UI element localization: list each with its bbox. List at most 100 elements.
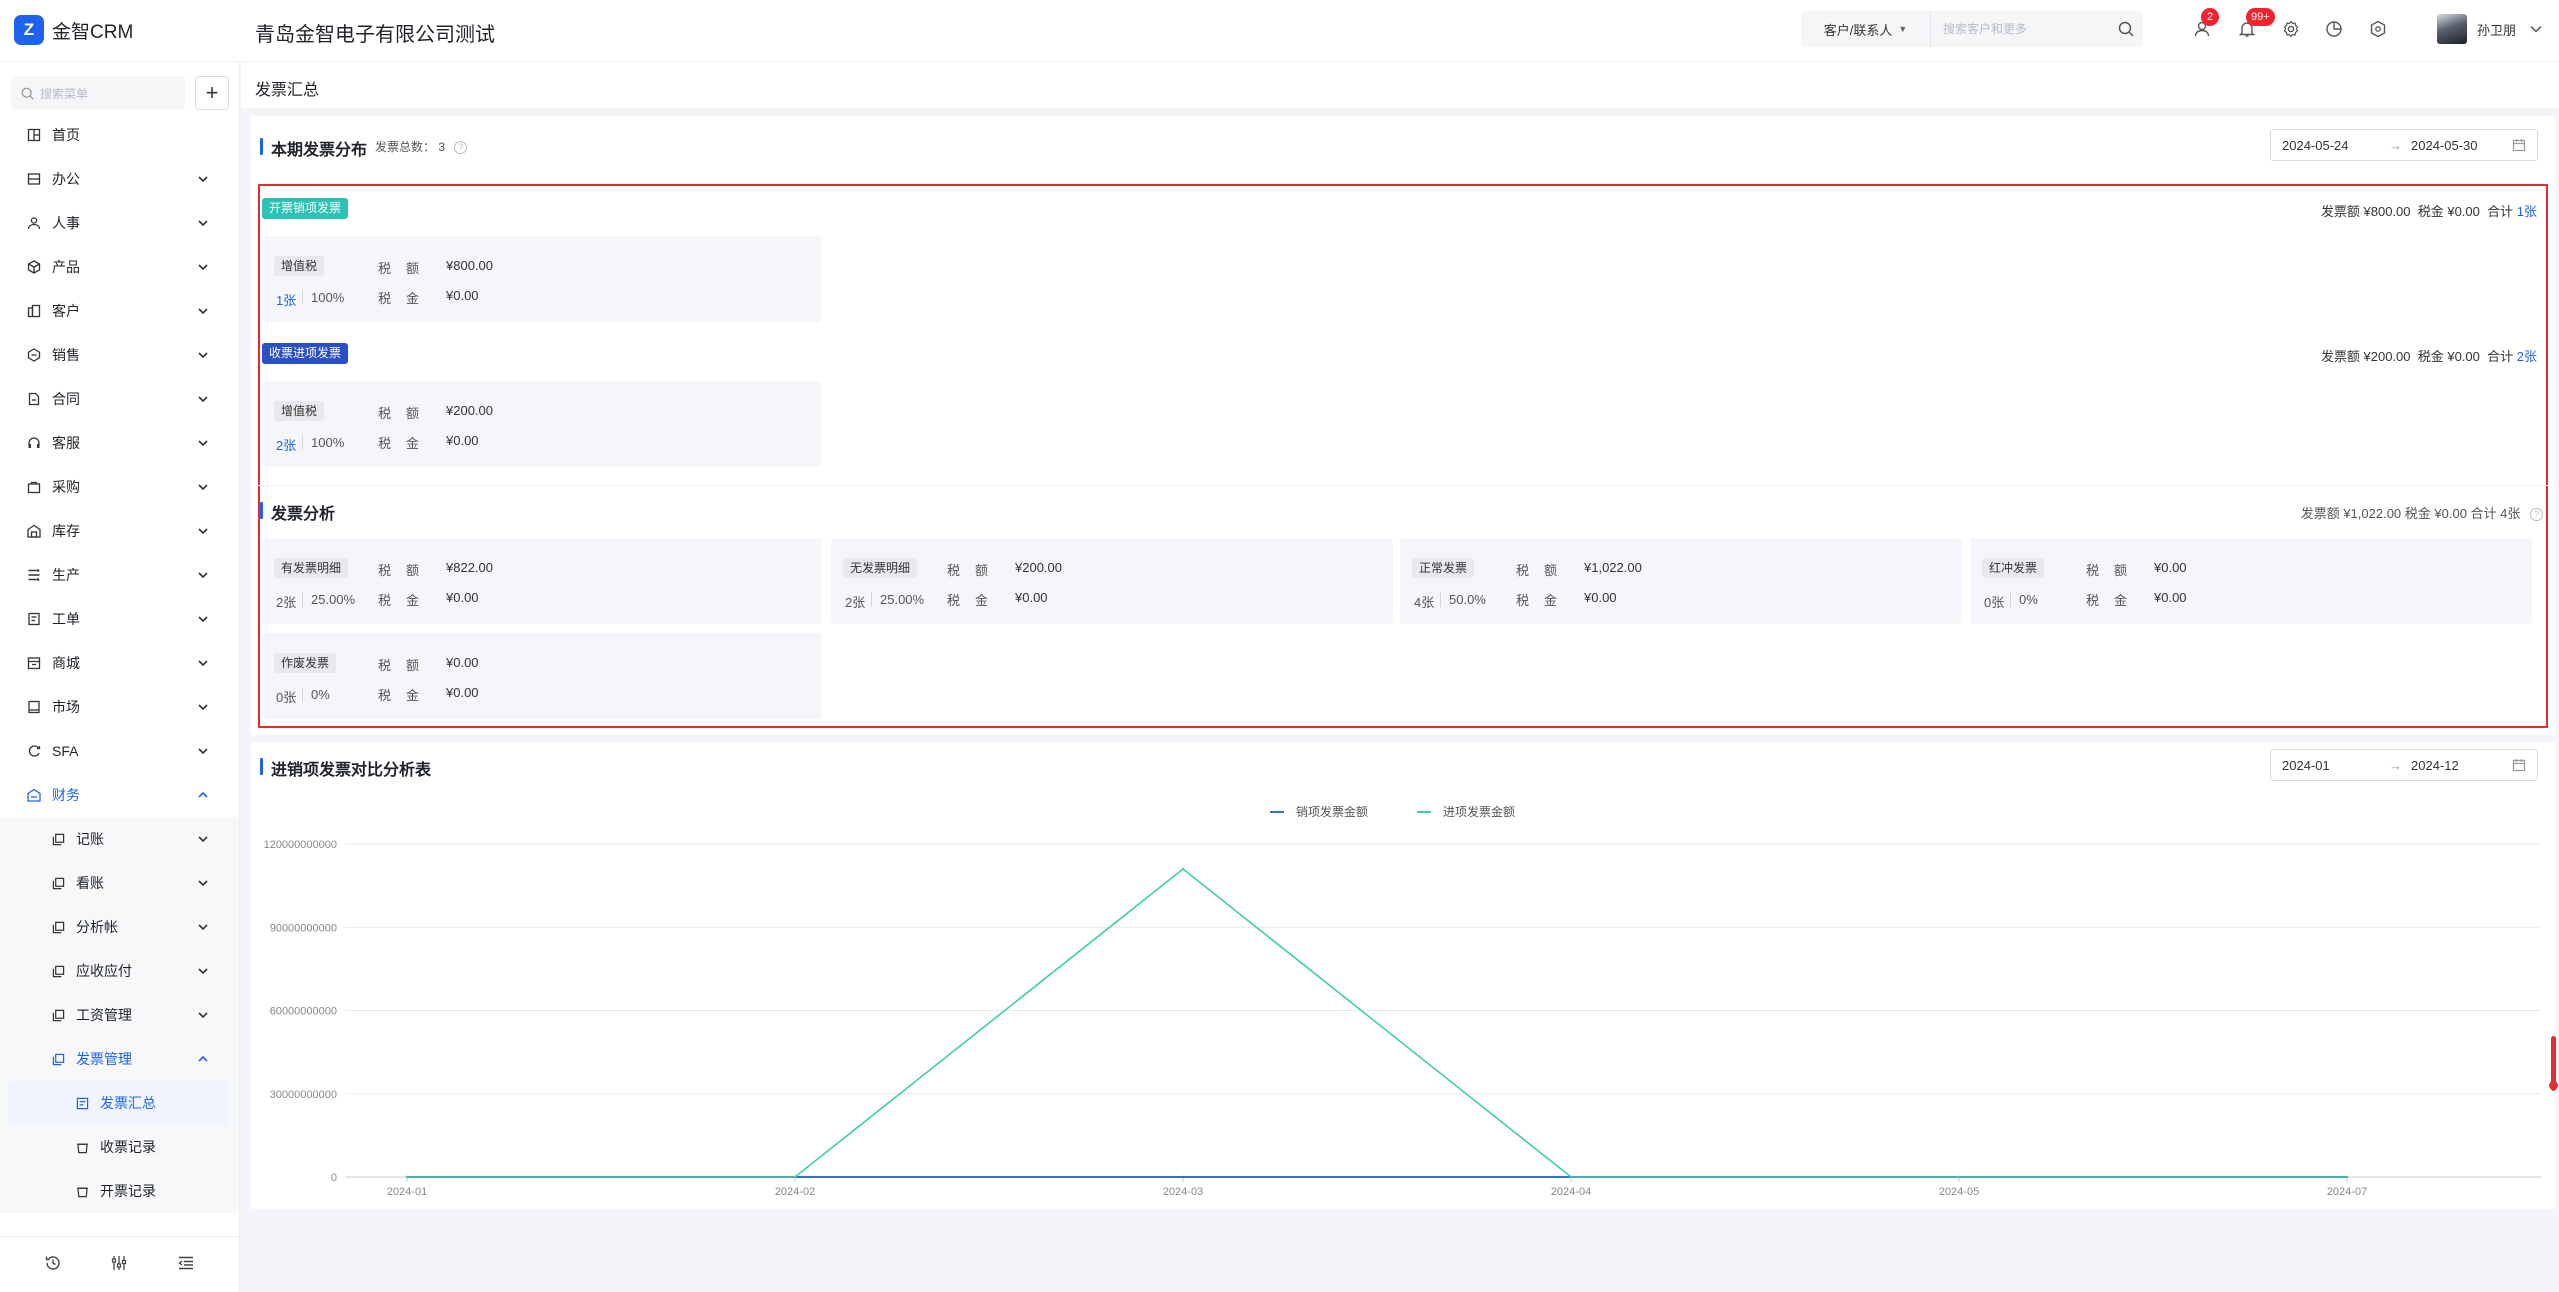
tax-label: 税 金 xyxy=(378,688,421,703)
analysis-title: 发票分析 xyxy=(260,500,335,524)
app-logo[interactable]: Z 金智CRM xyxy=(14,15,133,45)
sidebar: 搜索菜单 + 首页 办公 人事 产品 客户 销售 合同 客服 采购 库存 生产 … xyxy=(0,62,240,1292)
sidebar-item-receipt-records[interactable]: 收票记录 xyxy=(0,1125,239,1169)
history-icon[interactable] xyxy=(44,1254,62,1275)
copy-icon xyxy=(50,1051,66,1067)
sidebar-item-purchase[interactable]: 采购 xyxy=(0,465,239,509)
x-tick-label: 2024-07 xyxy=(2327,1186,2367,1198)
home-icon xyxy=(26,127,42,143)
sidebar-item-issue-records[interactable]: 开票记录 xyxy=(0,1169,239,1213)
sidebar-item-production[interactable]: 生产 xyxy=(0,553,239,597)
distribution-date-range[interactable]: 2024-05-24 → 2024-05-30 xyxy=(2270,129,2538,161)
sidebar-item-product[interactable]: 产品 xyxy=(0,245,239,289)
sidebar-item-invoice-summary[interactable]: 发票汇总 xyxy=(8,1081,228,1125)
tax-amount-label: 税 额 xyxy=(378,261,421,276)
production-icon xyxy=(26,567,42,583)
scrollbar-handle[interactable] xyxy=(2549,1081,2558,1090)
sidebar-item-payroll[interactable]: 工资管理 xyxy=(0,993,239,1037)
tag-sales-invoice: 开票销项发票 xyxy=(262,198,349,219)
date-end: 2024-12 xyxy=(2411,757,2459,773)
invoice-percent: 50.0% xyxy=(1440,592,1486,607)
sidebar-item-shop[interactable]: 商城 xyxy=(0,641,239,685)
chart-icon[interactable] xyxy=(2321,16,2347,42)
analysis-card-normal: 正常发票 4张 50.0% 税 额 ¥1,022.00 税 金 ¥0.00 xyxy=(1400,538,1962,624)
contract-icon xyxy=(26,391,42,407)
comparison-date-range[interactable]: 2024-01 → 2024-12 xyxy=(2270,749,2538,781)
headset-icon xyxy=(26,435,42,451)
sidebar-item-market[interactable]: 市场 xyxy=(0,685,239,729)
page-header: 发票汇总 xyxy=(241,62,2559,108)
finance-icon xyxy=(26,787,42,803)
sidebar-item-label: 商城 xyxy=(52,655,80,671)
market-icon xyxy=(26,699,42,715)
sidebar-item-customer[interactable]: 客户 xyxy=(0,289,239,333)
chevron-down-icon xyxy=(198,924,208,931)
chevron-down-icon xyxy=(198,572,208,579)
ticket-icon xyxy=(26,611,42,627)
invoice-count: 0张 xyxy=(276,690,297,705)
invoice-count-link[interactable]: 1张 xyxy=(276,290,296,309)
shield-icon[interactable] xyxy=(2365,16,2391,42)
sidebar-item-label: 发票汇总 xyxy=(100,1095,156,1111)
sidebar-item-finance[interactable]: 财务 xyxy=(0,773,239,817)
help-icon[interactable]: ? xyxy=(2530,508,2543,522)
legend-item-sales[interactable]: 销项发票金额 xyxy=(1270,803,1368,820)
sidebar-item-office[interactable]: 办公 xyxy=(0,157,239,201)
sidebar-item-sfa[interactable]: SFA xyxy=(0,729,239,773)
data-point xyxy=(793,1175,797,1179)
customer-icon xyxy=(26,303,42,319)
sidebar-item-label: 客户 xyxy=(52,303,80,319)
user-name: 孙卫朋 xyxy=(2477,22,2517,38)
sidebar-item-contract[interactable]: 合同 xyxy=(0,377,239,421)
invoice-count-link[interactable]: 2张 xyxy=(276,435,296,454)
sidebar-item-home[interactable]: 首页 xyxy=(0,113,239,157)
invoice-total: 发票总数： 3 ? xyxy=(375,138,468,155)
bell-icon[interactable]: 99+ xyxy=(2234,8,2275,42)
sidebar-item-service[interactable]: 客服 xyxy=(0,421,239,465)
sidebar-item-label: 分析帐 xyxy=(76,919,118,935)
search-input[interactable] xyxy=(1931,11,2109,47)
help-icon[interactable]: ? xyxy=(454,141,468,155)
chevron-down-icon xyxy=(198,616,208,623)
gear-icon[interactable] xyxy=(2278,16,2304,42)
sidebar-item-receivable-payable[interactable]: 应收应付 xyxy=(0,949,239,993)
sidebar-item-sales[interactable]: 销售 xyxy=(0,333,239,377)
comparison-line-chart: 0 30000000000 60000000000 90000000000 120000… xyxy=(264,839,2541,1198)
sidebar-item-analysis-accounts[interactable]: 分析帐 xyxy=(0,905,239,949)
arrow-right-icon: → xyxy=(2389,137,2402,153)
summary-amount: 发票额 ¥200.00 xyxy=(2320,349,2411,364)
sfa-icon xyxy=(26,743,42,759)
user-icon[interactable]: 2 xyxy=(2189,8,2219,42)
people-icon xyxy=(26,215,42,231)
sidebar-item-label: 客服 xyxy=(52,435,80,451)
sidebar-item-view-accounts[interactable]: 看账 xyxy=(0,861,239,905)
sidebar-item-label: 合同 xyxy=(52,391,80,407)
invoice-type-chip: 有发票明细 xyxy=(274,558,349,578)
sidebar-item-label: 生产 xyxy=(52,567,80,583)
divider xyxy=(258,485,2548,486)
search-type-select[interactable]: 客户/联系人 ▼ xyxy=(1801,11,1931,47)
collapse-menu-icon[interactable] xyxy=(177,1254,195,1275)
add-menu-button[interactable]: + xyxy=(195,76,229,110)
legend-item-purchase[interactable]: 进项发票金额 xyxy=(1417,803,1515,820)
sidebar-item-bookkeeping[interactable]: 记账 xyxy=(0,817,239,861)
filter-settings-icon[interactable] xyxy=(110,1254,128,1275)
search-icon[interactable] xyxy=(2109,11,2143,47)
chevron-down-icon xyxy=(198,748,208,755)
summary-total-link[interactable]: 2张 xyxy=(2517,349,2537,364)
sidebar-item-ticket[interactable]: 工单 xyxy=(0,597,239,641)
user-menu[interactable]: 孙卫朋 xyxy=(2437,14,2542,44)
menu-search-input[interactable]: 搜索菜单 xyxy=(11,76,185,110)
chevron-up-icon xyxy=(198,1055,208,1062)
sidebar-item-hr[interactable]: 人事 xyxy=(0,201,239,245)
sidebar-item-label: 收票记录 xyxy=(100,1139,156,1155)
tax-label: 税 金 xyxy=(378,291,421,306)
sidebar-item-label: 财务 xyxy=(52,787,80,803)
sidebar-footer xyxy=(0,1236,239,1292)
legend-label: 销项发票金额 xyxy=(1296,805,1369,819)
summary-total-link[interactable]: 1张 xyxy=(2517,204,2537,219)
office-icon xyxy=(26,171,42,187)
sidebar-item-label: 首页 xyxy=(52,127,80,143)
sidebar-item-inventory[interactable]: 库存 xyxy=(0,509,239,553)
sidebar-item-invoice-management[interactable]: 发票管理 xyxy=(0,1037,239,1081)
